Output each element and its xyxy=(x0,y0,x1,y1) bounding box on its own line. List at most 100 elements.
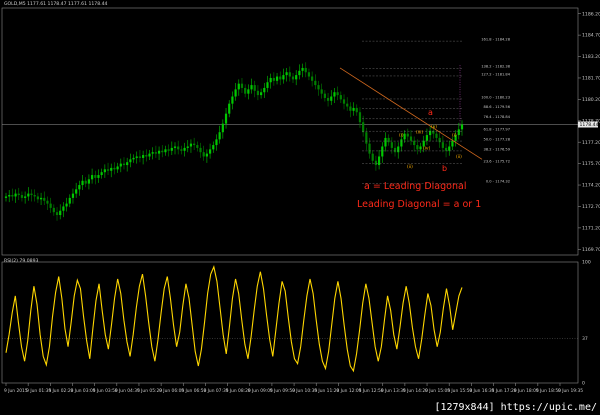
fib-level-label: 127.2 - 1181.84 xyxy=(481,72,510,76)
candle-body xyxy=(122,163,126,166)
candle-body xyxy=(103,169,106,173)
candle-body xyxy=(94,175,97,178)
candle-body xyxy=(269,77,272,83)
candle-body xyxy=(116,166,119,170)
candle-body xyxy=(33,195,36,197)
candle-body xyxy=(11,195,14,197)
candle-body xyxy=(409,136,413,141)
candle-body xyxy=(333,92,336,97)
candle-body xyxy=(43,197,46,201)
wave-label-a: a xyxy=(428,108,433,117)
fib-level-label: 100.0 - 1180.23 xyxy=(481,95,510,99)
wave-label-b: b xyxy=(442,164,447,173)
candle-body xyxy=(228,103,231,114)
candle-body xyxy=(352,107,355,111)
candle-body xyxy=(406,133,409,137)
candle-body xyxy=(151,152,154,154)
candle-body xyxy=(170,147,173,151)
candle-body xyxy=(20,195,24,198)
annotation-line-2: Leading Diagonal = a or 1 xyxy=(357,199,482,210)
candle-body xyxy=(138,156,142,158)
candle-body xyxy=(183,147,186,151)
time-tick-label: 9 Jun 19:35 xyxy=(558,388,583,394)
candle-body xyxy=(307,72,311,77)
price-tick-label: 1184.70 xyxy=(582,33,600,39)
trend-line xyxy=(339,67,483,160)
rsi-tick-label: 100 xyxy=(582,260,591,266)
candle-body xyxy=(282,75,285,80)
candle-body xyxy=(247,89,250,94)
candle-body xyxy=(231,96,234,104)
candle-body xyxy=(126,162,129,166)
candle-body xyxy=(330,96,333,101)
candle-body xyxy=(393,147,397,153)
candle-body xyxy=(113,167,116,170)
fib-level-label: 88.6 - 1179.56 xyxy=(484,105,511,109)
candle-body xyxy=(36,196,39,200)
candle-body xyxy=(157,150,161,154)
candle-body xyxy=(371,153,374,161)
candle-body xyxy=(441,142,444,148)
candle-body xyxy=(196,145,199,148)
candle-body xyxy=(381,146,384,157)
candle-body xyxy=(413,140,416,146)
candle-body xyxy=(135,156,138,158)
candle-body xyxy=(59,210,62,216)
candle-body xyxy=(145,155,148,157)
price-tick-label: 1169.70 xyxy=(582,247,600,253)
candle-body xyxy=(100,172,103,176)
candle-body xyxy=(173,146,177,148)
price-tick-label: 1186.20 xyxy=(582,11,600,17)
candle-body xyxy=(17,193,20,196)
candle-body xyxy=(119,163,122,167)
price-tick-label: 1175.70 xyxy=(582,161,600,167)
candle-body xyxy=(362,122,365,133)
candle-body xyxy=(365,132,368,144)
candle-body xyxy=(403,133,406,140)
candle-body xyxy=(419,146,422,150)
candle-body xyxy=(208,149,212,154)
candle-body xyxy=(320,89,323,94)
candle-body xyxy=(237,83,240,90)
wave-label: (iii) xyxy=(416,130,423,136)
fib-level-label: 50.0 - 1177.28 xyxy=(484,137,511,141)
candle-body xyxy=(129,159,132,163)
candle-body xyxy=(52,207,55,213)
candle-body xyxy=(215,139,218,146)
candle-body xyxy=(110,167,113,171)
candle-body xyxy=(75,189,78,194)
candle-body xyxy=(323,93,326,98)
candle-body xyxy=(425,135,429,141)
candle-body xyxy=(71,193,75,198)
candle-body xyxy=(342,99,346,104)
candle-body xyxy=(27,193,30,197)
price-tick-label: 1180.20 xyxy=(582,97,600,103)
candle-body xyxy=(291,76,295,80)
price-tick-label: 1177.20 xyxy=(582,140,600,146)
candle-body xyxy=(272,77,275,81)
candle-body xyxy=(78,185,81,190)
candle-body xyxy=(387,137,390,143)
candle-body xyxy=(148,153,151,157)
candle-body xyxy=(4,196,8,198)
candle-body xyxy=(221,123,224,133)
candle-body xyxy=(311,76,314,81)
fib-level-label: 23.6 - 1175.72 xyxy=(484,160,510,164)
rsi-tick-label: 0 xyxy=(582,381,585,387)
price-tick-label: 1174.20 xyxy=(582,183,600,189)
candle-body xyxy=(55,212,59,216)
candle-body xyxy=(253,85,256,91)
price-tick-label: 1171.20 xyxy=(582,225,600,231)
price-tick-label: 1181.70 xyxy=(582,76,600,82)
candle-body xyxy=(180,149,183,151)
candle-body xyxy=(161,150,164,153)
candle-body xyxy=(384,137,387,147)
candle-body xyxy=(266,82,269,88)
candle-body xyxy=(167,149,170,151)
candle-body xyxy=(30,193,33,196)
wave-label: (ii) xyxy=(456,154,462,160)
current-price-value: 1178.44 xyxy=(580,122,599,128)
candle-body xyxy=(263,87,266,93)
candle-body xyxy=(218,132,221,140)
candle-body xyxy=(24,196,27,198)
